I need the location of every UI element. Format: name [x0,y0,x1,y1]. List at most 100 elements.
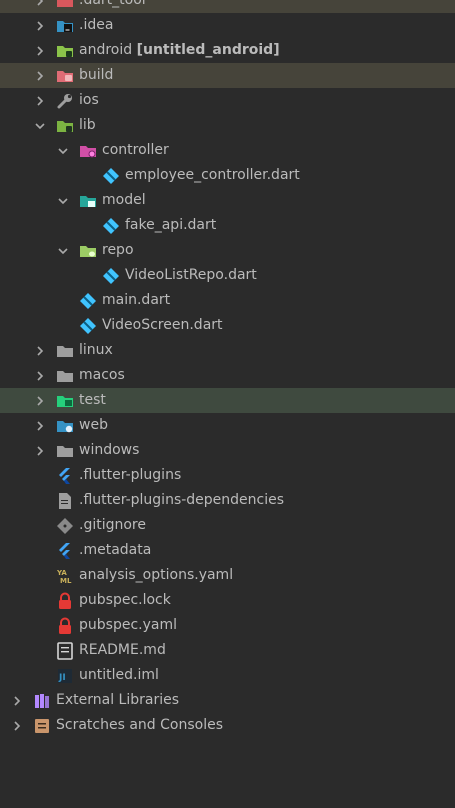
tree-item-lib[interactable]: lib [0,113,455,138]
tree-item-main-dart[interactable]: main.dart [0,288,455,313]
tree-item-label: controller [102,142,169,158]
module-name-suffix: [untitled_android] [136,42,280,58]
android-module-folder-icon [56,42,74,60]
chevron-right-icon[interactable] [34,363,46,388]
chevron-down-icon[interactable] [57,238,69,263]
tree-item-label: .metadata [79,542,152,558]
chevron-down-icon[interactable] [57,188,69,213]
tree-item-label: model [102,192,146,208]
lock-icon [56,592,74,610]
chevron-right-icon[interactable] [34,0,46,13]
tree-item-label: test [79,392,106,408]
tree-item-label: README.md [79,642,166,658]
model-folder-icon [79,192,97,210]
tree-item-macos[interactable]: macos [0,363,455,388]
idea-folder-icon [56,17,74,35]
dart-file-icon [102,167,120,185]
tree-item-android[interactable]: android [untitled_android] [0,38,455,63]
tree-item-videoscreen-dart[interactable]: VideoScreen.dart [0,313,455,338]
tree-item-label: analysis_options.yaml [79,567,234,583]
chevron-right-icon[interactable] [34,388,46,413]
folder-icon [56,367,74,385]
tree-item-label: fake_api.dart [125,217,217,233]
controller-folder-icon [79,142,97,160]
chevron-right-icon[interactable] [34,88,46,113]
chevron-right-icon[interactable] [34,438,46,463]
tree-item-label: lib [79,117,96,133]
tree-item-label: Scratches and Consoles [56,717,223,733]
tree-item-pubspec-yaml[interactable]: pubspec.yaml [0,613,455,638]
chevron-right-icon[interactable] [34,13,46,38]
svg-text:ML: ML [60,577,72,585]
tree-item-web[interactable]: web [0,413,455,438]
tree-item-linux[interactable]: linux [0,338,455,363]
tree-item-label: .flutter-plugins [79,467,182,483]
lock-icon [56,617,74,635]
chevron-right-icon[interactable] [34,413,46,438]
tree-item-label: .idea [79,17,114,33]
folder-excluded-icon [56,0,74,10]
tree-item-label: VideoListRepo.dart [125,267,257,283]
tree-item-label: VideoScreen.dart [102,317,223,333]
tree-item-label: android [untitled_android] [79,42,280,58]
flutter-icon [56,467,74,485]
tree-item-label: linux [79,342,113,358]
tree-item-employee-controller-dart[interactable]: employee_controller.dart [0,163,455,188]
svg-text:JI: JI [58,673,66,683]
tree-item-videolistrepo-dart[interactable]: VideoListRepo.dart [0,263,455,288]
folder-icon [56,442,74,460]
flutter-icon [56,542,74,560]
tree-item-pubspec-lock[interactable]: pubspec.lock [0,588,455,613]
repo-folder-icon [79,242,97,260]
dart-file-icon [79,317,97,335]
chevron-down-icon[interactable] [57,138,69,163]
tree-item-label: macos [79,367,125,383]
web-folder-icon [56,417,74,435]
tree-item-scratches-and-consoles[interactable]: Scratches and Consoles [0,713,455,738]
tree-item-label: ios [79,92,99,108]
tree-item-label: untitled.iml [79,667,159,683]
tree-item-flutter-plugins[interactable]: .flutter-plugins [0,463,455,488]
tree-item-untitled-iml[interactable]: JI untitled.iml [0,663,455,688]
tree-item-label: .flutter-plugins-dependencies [79,492,285,508]
build-folder-icon [56,67,74,85]
tree-item-flutter-plugins-dependencies[interactable]: .flutter-plugins-dependencies [0,488,455,513]
tree-item-fake-api-dart[interactable]: fake_api.dart [0,213,455,238]
tree-item-metadata[interactable]: .metadata [0,538,455,563]
chevron-right-icon[interactable] [11,688,23,713]
chevron-down-icon[interactable] [34,113,46,138]
git-icon [56,517,74,535]
tree-item-label: repo [102,242,134,258]
tree-item-external-libraries[interactable]: External Libraries [0,688,455,713]
tree-item-ios[interactable]: ios [0,88,455,113]
chevron-right-icon[interactable] [11,713,23,738]
tree-item-windows[interactable]: windows [0,438,455,463]
tree-item-label: External Libraries [56,692,179,708]
tree-item-readme-md[interactable]: README.md [0,638,455,663]
tree-item-label: web [79,417,108,433]
tree-item-controller[interactable]: controller [0,138,455,163]
chevron-right-icon[interactable] [34,63,46,88]
dart-file-icon [79,292,97,310]
chevron-right-icon[interactable] [34,38,46,63]
tree-item-label: .gitignore [79,517,146,533]
tree-item-build[interactable]: build [0,63,455,88]
tree-item-test[interactable]: test [0,388,455,413]
chevron-right-icon[interactable] [34,338,46,363]
tree-item-idea[interactable]: .idea [0,13,455,38]
tree-item-repo[interactable]: repo [0,238,455,263]
tree-item-label: employee_controller.dart [125,167,300,183]
folder-icon [56,342,74,360]
tree-item-analysis-options-yaml[interactable]: YA ML analysis_options.yaml [0,563,455,588]
tree-item-dart-tool[interactable]: .dart_tool [0,0,455,13]
wrench-icon [56,92,74,110]
libraries-icon [33,692,51,710]
tree-item-label: .dart_tool [79,0,146,8]
tree-item-gitignore[interactable]: .gitignore [0,513,455,538]
tree-item-label: pubspec.lock [79,592,171,608]
markdown-icon [56,642,74,660]
source-folder-icon [56,117,74,135]
tree-item-model[interactable]: model [0,188,455,213]
dart-file-icon [102,217,120,235]
tree-item-label: main.dart [102,292,171,308]
